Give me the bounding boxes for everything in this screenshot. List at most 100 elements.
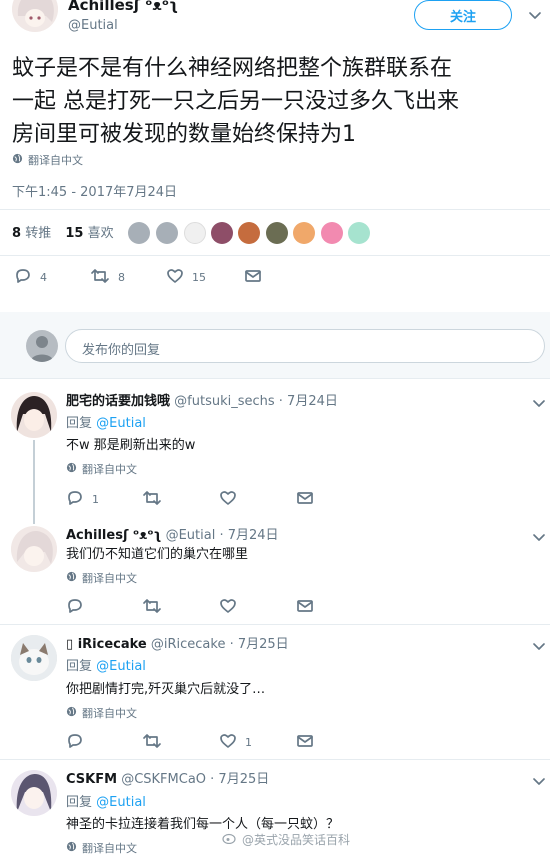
chevron-down-icon[interactable] bbox=[532, 394, 546, 413]
replying-to-label: 回复 bbox=[66, 659, 93, 674]
reply-author-name[interactable]: ▯ iRicecake bbox=[66, 637, 147, 652]
globe-icon bbox=[66, 706, 77, 720]
reply-action[interactable] bbox=[66, 733, 84, 752]
weibo-icon bbox=[222, 832, 238, 847]
direct-message-action[interactable] bbox=[244, 268, 262, 287]
watermark: @英式没品笑话百科 bbox=[222, 831, 350, 848]
replying-to-handle[interactable]: @Eutial bbox=[96, 795, 146, 810]
translate-label[interactable]: 翻译自中文 bbox=[82, 705, 137, 721]
follow-button[interactable]: 关注 bbox=[414, 0, 512, 30]
liker-avatar[interactable] bbox=[211, 222, 233, 244]
reply-avatar[interactable] bbox=[11, 392, 57, 438]
like-count[interactable]: 15 bbox=[65, 226, 83, 241]
translate-label[interactable]: 翻译自中文 bbox=[82, 461, 137, 477]
author-avatar[interactable] bbox=[12, 0, 58, 32]
retweet-action[interactable] bbox=[142, 490, 162, 509]
envelope-icon bbox=[244, 268, 262, 287]
translate-link[interactable]: 翻译自中文 bbox=[12, 152, 83, 168]
reply-author-handle[interactable]: @futsuki_sechs bbox=[174, 394, 275, 409]
reply-date[interactable]: · 7月24日 bbox=[279, 394, 338, 409]
translate-link[interactable]: 翻译自中文 bbox=[66, 461, 137, 477]
replying-to-handle[interactable]: @Eutial bbox=[96, 659, 146, 674]
liker-avatar[interactable] bbox=[266, 222, 288, 244]
reply-author-handle[interactable]: @iRicecake bbox=[151, 637, 226, 652]
liker-avatar[interactable] bbox=[128, 222, 150, 244]
like-action[interactable] bbox=[219, 490, 237, 509]
reply-avatar[interactable] bbox=[11, 770, 57, 816]
retweet-icon bbox=[142, 490, 162, 509]
retweet-action[interactable]: 8 bbox=[90, 268, 125, 287]
liker-avatar[interactable] bbox=[184, 222, 206, 244]
direct-message-action[interactable] bbox=[296, 733, 314, 752]
reply-author-name[interactable]: CSKFM bbox=[66, 772, 117, 787]
direct-message-action[interactable] bbox=[296, 598, 314, 617]
direct-message-action[interactable] bbox=[296, 490, 314, 509]
reply-date[interactable]: · 7月25日 bbox=[230, 637, 289, 652]
chevron-down-icon[interactable] bbox=[528, 6, 542, 25]
retweet-label[interactable]: 转推 bbox=[25, 226, 51, 241]
envelope-icon bbox=[296, 733, 314, 752]
reply-icon bbox=[14, 268, 32, 287]
reply-author-name[interactable]: 肥宅的话要加钱哦 bbox=[66, 394, 170, 409]
liker-avatar[interactable] bbox=[293, 222, 315, 244]
retweet-icon bbox=[142, 733, 162, 752]
reply-date[interactable]: · 7月24日 bbox=[219, 528, 278, 543]
translate-label[interactable]: 翻译自中文 bbox=[82, 840, 137, 856]
divider bbox=[0, 378, 550, 379]
reply-action[interactable] bbox=[66, 598, 84, 617]
retweet-action[interactable] bbox=[142, 733, 162, 752]
divider bbox=[0, 209, 550, 210]
reply-action[interactable]: 1 bbox=[66, 490, 99, 509]
heart-icon bbox=[219, 733, 237, 752]
reply-icon bbox=[66, 598, 84, 617]
translate-link[interactable]: 翻译自中文 bbox=[66, 840, 137, 856]
tweet-stats: 8 转推 15 喜欢 bbox=[12, 222, 124, 241]
reply-input[interactable]: 发布你的回复 bbox=[65, 329, 545, 363]
reply-date[interactable]: · 7月25日 bbox=[210, 772, 269, 787]
globe-icon bbox=[66, 462, 77, 476]
liker-avatar[interactable] bbox=[321, 222, 343, 244]
translate-label[interactable]: 翻译自中文 bbox=[82, 570, 137, 586]
divider bbox=[0, 624, 550, 625]
translate-label[interactable]: 翻译自中文 bbox=[28, 152, 83, 168]
like-action[interactable]: 15 bbox=[166, 268, 206, 287]
retweet-icon bbox=[90, 268, 110, 287]
author-name[interactable]: Achillesʃ ᵒᴥᵒʅ bbox=[68, 0, 178, 14]
reply-text: 我们仍不知道它们的巢穴在哪里 bbox=[66, 547, 249, 562]
like-count: 15 bbox=[192, 271, 206, 284]
reply-avatar[interactable] bbox=[11, 526, 57, 572]
like-action[interactable]: 1 bbox=[219, 733, 252, 752]
like-count: 1 bbox=[245, 736, 252, 749]
chevron-down-icon[interactable] bbox=[532, 772, 546, 791]
envelope-icon bbox=[296, 598, 314, 617]
like-label[interactable]: 喜欢 bbox=[88, 226, 114, 241]
replying-to-handle[interactable]: @Eutial bbox=[96, 416, 146, 431]
globe-icon bbox=[66, 571, 77, 585]
reply-avatar[interactable] bbox=[11, 635, 57, 681]
liker-avatar[interactable] bbox=[156, 222, 178, 244]
translate-link[interactable]: 翻译自中文 bbox=[66, 705, 137, 721]
reply-author-name[interactable]: Achillesʃ ᵒᴥᵒʅ bbox=[66, 528, 161, 543]
divider bbox=[0, 255, 550, 256]
globe-icon bbox=[12, 153, 23, 167]
translate-link[interactable]: 翻译自中文 bbox=[66, 570, 137, 586]
reply-text: 神圣的卡拉连接着我们每一个人（每一只蚊）？ bbox=[66, 817, 340, 832]
retweet-count[interactable]: 8 bbox=[12, 226, 21, 241]
like-action[interactable] bbox=[219, 598, 237, 617]
liker-avatar[interactable] bbox=[238, 222, 260, 244]
reply-header: CSKFM @CSKFMCaO · 7月25日 bbox=[66, 768, 269, 787]
reply-action[interactable]: 4 bbox=[14, 268, 47, 287]
divider bbox=[0, 759, 550, 760]
liker-avatar[interactable] bbox=[348, 222, 370, 244]
retweet-action[interactable] bbox=[142, 598, 162, 617]
retweet-count: 8 bbox=[118, 271, 125, 284]
tweet-timestamp[interactable]: 下午1:45 - 2017年7月24日 bbox=[12, 181, 177, 200]
chevron-down-icon[interactable] bbox=[532, 637, 546, 656]
author-handle[interactable]: @Eutial bbox=[68, 18, 118, 33]
reply-author-handle[interactable]: @Eutial bbox=[166, 528, 216, 543]
reply-text: 不w 那是刷新出来的w bbox=[66, 438, 196, 453]
tweet-text: 蚊子是不是有什么神经网络把整个族群联系在 一起 总是打死一只之后另一只没过多久飞… bbox=[12, 56, 459, 147]
heart-icon bbox=[166, 268, 184, 287]
reply-author-handle[interactable]: @CSKFMCaO bbox=[121, 772, 206, 787]
chevron-down-icon[interactable] bbox=[532, 528, 546, 547]
